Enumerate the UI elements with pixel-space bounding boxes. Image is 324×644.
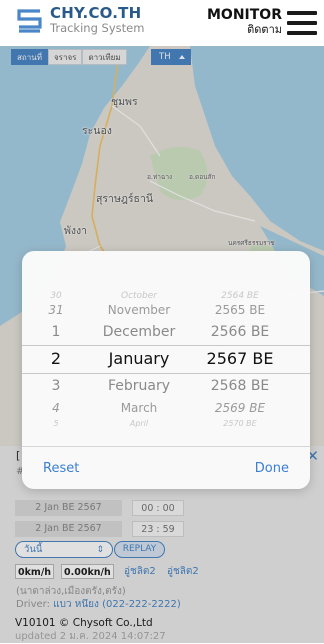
driver-label: Driver: — [16, 599, 50, 610]
period-select-value: วันนี้ — [24, 544, 43, 555]
hamburger-menu-icon[interactable] — [287, 11, 317, 35]
zone-link-2[interactable]: อู่ชลิต2 — [167, 564, 199, 579]
language-select[interactable]: TH — [151, 49, 191, 65]
picker-month-option[interactable]: February — [84, 375, 194, 397]
picker-year-option[interactable]: 2568 BE — [194, 375, 286, 397]
picker-selection-top-line — [22, 345, 310, 346]
monitor-title-en: MONITOR — [207, 7, 282, 23]
driver-line: Driver: แบว หนึยง (022-222-2222) — [16, 598, 181, 611]
vehicle-title: [ — [16, 449, 21, 462]
chy-logo-icon — [15, 7, 43, 35]
picker-day-option[interactable]: 5 — [41, 413, 71, 435]
map-label-ranong: ระนอง — [82, 125, 112, 137]
map-label-surat-thani: สุราษฎร์ธานี — [96, 193, 154, 205]
zone-link-1[interactable]: อู่ชลิต2 — [124, 564, 156, 579]
picker-day-option[interactable]: 1 — [41, 321, 71, 343]
tab-traffic[interactable]: จราจร — [47, 49, 83, 65]
picker-year-option[interactable]: 2566 BE — [194, 321, 286, 343]
done-button[interactable]: Done — [255, 461, 289, 476]
caret-up-icon — [179, 55, 185, 59]
picker-selection-bottom-line — [22, 373, 310, 374]
map-type-tabs: สถานที่ จราจร ดาวเทียม — [11, 49, 127, 65]
tab-satellite[interactable]: ดาวเทียม — [82, 49, 127, 65]
map-label-phang-nga: พังงา — [64, 225, 88, 237]
monitor-title-th: ติดตาม — [247, 23, 282, 36]
updated-timestamp: updated 2 ม.ค. 2024 14:07:27 — [15, 631, 166, 642]
reset-button[interactable]: Reset — [43, 461, 79, 476]
map-label-nakhon-si-thammarat: นครศรีธรรมราช — [228, 239, 275, 247]
picker-day-selected[interactable]: 2 — [41, 348, 71, 370]
monitor-title: MONITOR ติดตาม — [207, 7, 282, 37]
picker-day-option[interactable]: 3 — [41, 375, 71, 397]
picker-month-selected[interactable]: January — [84, 348, 194, 370]
speed-knots-badge: 0.00kn/h — [61, 564, 114, 579]
picker-month-option[interactable]: April — [84, 413, 194, 435]
picker-year-option[interactable]: 2570 BE — [194, 413, 286, 435]
map-label-tha-chang: อ.ท่าฉาง — [147, 173, 173, 181]
language-label: TH — [159, 52, 171, 62]
picker-footer: Reset Done — [22, 446, 310, 489]
picker-year-selected[interactable]: 2567 BE — [194, 348, 286, 370]
map-label-chumphon: ชุมพร — [111, 96, 138, 108]
brand: CHY.CO.TH Tracking System — [50, 5, 144, 35]
end-time-field[interactable]: 23 : 59 — [132, 521, 184, 537]
driver-value[interactable]: แบว หนึยง (022-222-2222) — [53, 599, 181, 610]
map-label-don-sak: อ.ดอนสัก — [189, 173, 216, 181]
picker-month-option[interactable]: December — [84, 321, 194, 343]
version-copyright: V10101 © Chysoft Co.,Ltd — [15, 617, 153, 629]
brand-subtitle: Tracking System — [50, 21, 145, 35]
location-text: (นาดาล่วง,เมืองตรัง,ตรัง) — [16, 586, 126, 597]
end-date-field[interactable]: 2 Jan BE 2567 — [15, 521, 122, 537]
replay-button[interactable]: REPLAY — [114, 541, 165, 558]
picker-day-option[interactable]: 31 — [41, 299, 71, 321]
tab-places[interactable]: สถานที่ — [11, 49, 48, 65]
picker-year-option[interactable]: 2565 BE — [194, 299, 286, 321]
start-time-field[interactable]: 00 : 00 — [132, 500, 184, 516]
chevron-updown-icon: ⇕ — [96, 545, 104, 555]
period-select[interactable]: วันนี้ ⇕ — [15, 541, 113, 558]
date-picker-sheet: 30 31 1 2 3 4 5 October November Decembe… — [22, 251, 310, 489]
picker-month-option[interactable]: November — [84, 299, 194, 321]
app-header: CHY.CO.TH Tracking System MONITOR ติดตาม — [0, 0, 324, 46]
brand-name: CHY.CO.TH — [50, 4, 142, 22]
speed-kmh-badge: 0km/h — [15, 564, 55, 579]
start-date-field[interactable]: 2 Jan BE 2567 — [15, 500, 122, 516]
